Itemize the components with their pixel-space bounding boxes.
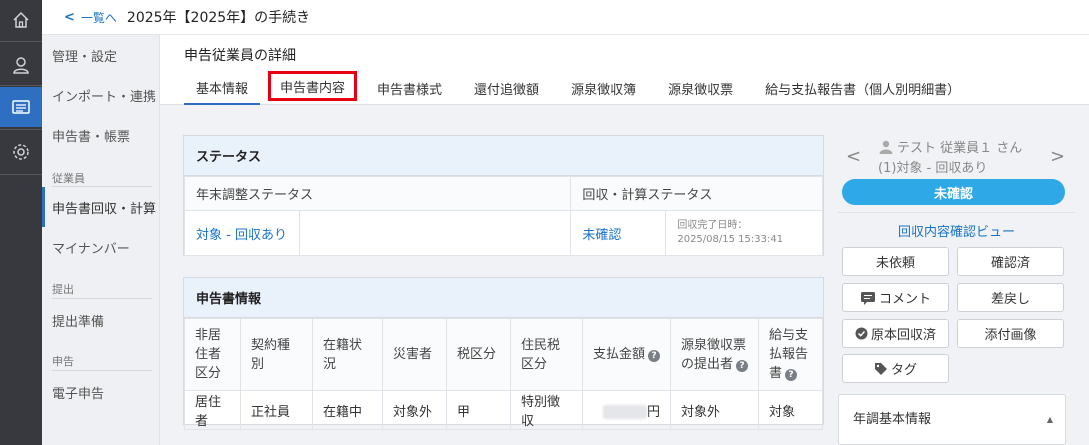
attached-image-button[interactable]: 添付画像 xyxy=(957,319,1064,348)
header-nonresident: 非居住者区分 xyxy=(184,318,241,391)
nav-item-mynumber[interactable]: マイナンバー xyxy=(42,227,160,267)
back-link-label: 一覧へ xyxy=(80,10,117,25)
review-view-link[interactable]: 回収内容確認ビュー xyxy=(838,221,1075,240)
year-end-basic-info-section[interactable]: 年調基本情報 ▲ xyxy=(838,394,1066,445)
tag-label: タグ xyxy=(890,363,917,378)
tab-declaration-content[interactable]: 申告書内容 xyxy=(268,71,358,101)
secondary-nav: 管理・設定 インポート・連携 申告書・帳票 従業員 申告書回収・計算 マイナンバ… xyxy=(42,35,160,445)
header-payment-amount: 支払金額 xyxy=(593,347,646,362)
header-resident-tax: 住民税区分 xyxy=(510,318,583,391)
help-icon[interactable]: ? xyxy=(785,369,798,381)
comment-label: コメント xyxy=(878,292,931,307)
tag-button[interactable]: タグ xyxy=(842,354,949,383)
tag-icon xyxy=(874,363,887,375)
nav-item-forms[interactable]: 申告書・帳票 xyxy=(42,115,160,155)
next-employee-button[interactable]: > xyxy=(1050,146,1065,167)
employee-name: テスト 従業員１ さん xyxy=(897,141,1023,156)
send-back-button[interactable]: 差戻し xyxy=(957,283,1064,312)
nav-item-settings[interactable]: 管理・設定 xyxy=(42,35,160,75)
cell-salary-report: 対象 xyxy=(758,390,823,430)
completed-at-value: 2025/08/15 15:33:41 xyxy=(677,234,784,245)
person-icon xyxy=(879,140,893,154)
confirmed-button[interactable]: 確認済 xyxy=(957,247,1064,276)
original-collected-button[interactable]: 原本回収済 xyxy=(842,319,949,348)
nav-item-import[interactable]: インポート・連携 xyxy=(42,75,160,115)
caret-up-icon: ▲ xyxy=(1046,415,1053,424)
gear-icon[interactable] xyxy=(0,132,42,172)
document-list-icon[interactable] xyxy=(0,87,42,127)
nav-item-collection[interactable]: 申告書回収・計算 xyxy=(42,187,160,227)
user-icon[interactable] xyxy=(0,45,42,85)
icon-rail xyxy=(0,0,42,445)
status-card-title: ステータス xyxy=(184,136,823,176)
cell-tax-category: 甲 xyxy=(446,390,511,430)
header-tax-category: 税区分 xyxy=(446,318,511,391)
chevron-left-icon: < xyxy=(64,9,75,25)
detail-header: 申告従業員の詳細 基本情報 申告書内容 申告書様式 還付追徴額 源泉徴収簿 源泉… xyxy=(160,35,1089,105)
page-title: 2025年【2025年】の手続き xyxy=(126,10,311,26)
application-info-card: 申告書情報 非居住者区分 契約種別 在籍状況 災害者 税区分 住民税区分 支払金… xyxy=(183,277,824,430)
cell-resident-tax: 特別徴収 xyxy=(510,390,583,430)
collection-status-header: 回収・計算ステータス xyxy=(570,176,823,211)
cell-payment-unit: 円 xyxy=(646,404,660,420)
home-icon[interactable] xyxy=(0,0,42,40)
collection-status-link[interactable]: 未確認 xyxy=(582,228,621,243)
tab-withholding-ledger[interactable]: 源泉徴収簿 xyxy=(559,71,648,105)
year-end-status-header: 年末調整ステータス xyxy=(183,176,572,211)
completed-at-label: 回収完了日時： xyxy=(677,220,748,231)
detail-tabs: 基本情報 申告書内容 申告書様式 還付追徴額 源泉徴収簿 源泉徴収票 給与支払報… xyxy=(184,71,980,105)
employee-panel: < > テスト 従業員１ さん (1)対象 - 回収あり 未確認 回収内容確認ビ… xyxy=(838,130,1075,445)
cell-slip-submitter: 対象外 xyxy=(670,390,759,430)
status-card: ステータス 年末調整ステータス 回収・計算ステータス 対象 - 回収あり 未確認… xyxy=(183,135,824,256)
nav-item-submit-prep[interactable]: 提出準備 xyxy=(42,300,160,340)
not-requested-button[interactable]: 未依頼 xyxy=(842,247,949,276)
cell-nonresident: 居住者 xyxy=(184,390,241,430)
top-bar: < 一覧へ 2025年【2025年】の手続き xyxy=(42,0,1089,35)
nav-category-declare: 申告 xyxy=(52,355,74,368)
comment-icon xyxy=(860,291,875,305)
year-end-status-link[interactable]: 対象 - 回収あり xyxy=(196,228,287,243)
status-pill[interactable]: 未確認 xyxy=(842,179,1065,205)
nav-category-submit: 提出 xyxy=(52,283,74,296)
nav-category-employee: 従業員 xyxy=(52,172,85,185)
previous-employee-button[interactable]: < xyxy=(846,146,861,167)
section-label: 年調基本情報 xyxy=(853,412,932,427)
employee-status: (1)対象 - 回収あり xyxy=(878,161,988,176)
original-collected-label: 原本回収済 xyxy=(870,328,936,343)
header-employment-status: 在籍状況 xyxy=(312,318,383,391)
application-card-title: 申告書情報 xyxy=(184,278,823,318)
detail-title: 申告従業員の詳細 xyxy=(184,48,296,64)
tab-withholding-slip[interactable]: 源泉徴収票 xyxy=(656,71,745,105)
tab-refund[interactable]: 還付追徴額 xyxy=(462,71,551,105)
cell-disaster: 対象外 xyxy=(382,390,447,430)
header-contract-type: 契約種別 xyxy=(240,318,313,391)
application-table: 非居住者区分 契約種別 在籍状況 災害者 税区分 住民税区分 支払金額? 源泉徴… xyxy=(184,318,823,430)
tab-salary-report[interactable]: 給与支払報告書（個人別明細書） xyxy=(753,71,972,105)
tab-declaration-format[interactable]: 申告書様式 xyxy=(365,71,454,105)
check-circle-icon xyxy=(855,327,868,340)
nav-item-e-filing[interactable]: 電子申告 xyxy=(42,372,160,412)
cell-employment-status: 在籍中 xyxy=(312,390,383,430)
tab-basic-info[interactable]: 基本情報 xyxy=(184,71,261,105)
back-to-list-link[interactable]: < 一覧へ xyxy=(64,9,117,26)
comment-button[interactable]: コメント xyxy=(842,283,949,312)
status-table: 年末調整ステータス 回収・計算ステータス 対象 - 回収あり 未確認 回収完了日… xyxy=(183,176,823,256)
employee-name-row: テスト 従業員１ さん xyxy=(878,137,1038,156)
header-disaster: 災害者 xyxy=(382,318,447,391)
help-icon[interactable]: ? xyxy=(648,350,661,362)
help-icon[interactable]: ? xyxy=(736,359,749,372)
redacted-amount xyxy=(602,405,647,419)
cell-contract-type: 正社員 xyxy=(240,390,313,430)
